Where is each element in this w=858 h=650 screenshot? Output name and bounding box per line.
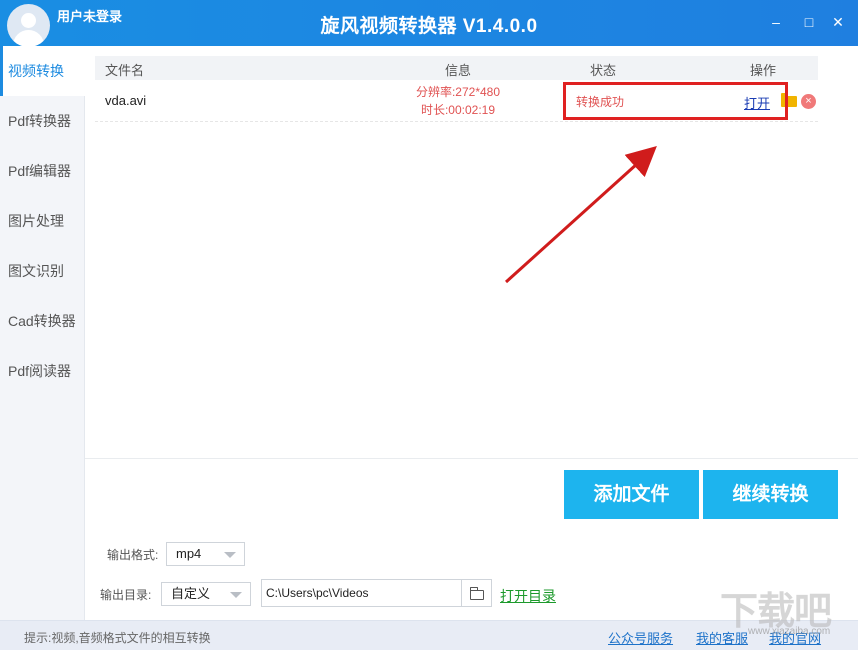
main-panel: 文件名 信息 状态 操作 vda.avi 分辨率:272*480 时长:00:0… bbox=[85, 46, 858, 620]
output-path-input[interactable] bbox=[261, 579, 462, 607]
sidebar-item-pdf-editor[interactable]: Pdf编辑器 bbox=[0, 146, 84, 196]
sidebar-item-video-convert[interactable]: 视频转换 bbox=[0, 46, 85, 96]
wechat-service-link[interactable]: 公众号服务 bbox=[608, 628, 673, 647]
output-dir-mode-value: 自定义 bbox=[171, 586, 211, 601]
sidebar-item-pdf-converter[interactable]: Pdf转换器 bbox=[0, 96, 84, 146]
tip-text: 提示:视频,音频格式文件的相互转换 bbox=[24, 631, 211, 645]
sidebar-item-ocr[interactable]: 图文识别 bbox=[0, 246, 84, 296]
sidebar: 视频转换 Pdf转换器 Pdf编辑器 图片处理 图文识别 Cad转换器 Pdf阅… bbox=[0, 46, 85, 620]
sidebar-item-image-processing[interactable]: 图片处理 bbox=[0, 196, 84, 246]
app-title: 旋风视频转换器 V1.4.0.0 bbox=[320, 16, 538, 37]
title-bar: 用户未登录 旋风视频转换器 V1.4.0.0 – □ ✕ bbox=[0, 0, 858, 47]
annotation-arrow bbox=[504, 145, 657, 284]
folder-icon bbox=[469, 587, 484, 600]
output-format-select[interactable]: mp4 bbox=[166, 542, 245, 566]
open-dir-link[interactable]: 打开目录 bbox=[500, 586, 556, 606]
watermark-url: www.xiazaiba.com bbox=[748, 626, 831, 637]
close-icon[interactable]: ✕ bbox=[829, 13, 847, 31]
output-format-value: mp4 bbox=[176, 546, 202, 561]
output-dir-label: 输出目录: bbox=[100, 588, 152, 602]
chevron-down-icon bbox=[230, 592, 242, 598]
chevron-down-icon bbox=[224, 552, 236, 558]
browse-folder-button[interactable] bbox=[461, 579, 492, 607]
output-format-label: 输出格式: bbox=[107, 548, 159, 562]
continue-convert-button[interactable]: 继续转换 bbox=[703, 470, 838, 519]
add-file-button[interactable]: 添加文件 bbox=[564, 470, 699, 519]
output-dir-mode-select[interactable]: 自定义 bbox=[161, 582, 251, 606]
minimize-icon[interactable]: – bbox=[767, 13, 785, 31]
maximize-icon[interactable]: □ bbox=[800, 13, 818, 31]
sidebar-item-cad-converter[interactable]: Cad转换器 bbox=[0, 296, 84, 346]
sidebar-item-pdf-reader[interactable]: Pdf阅读器 bbox=[0, 346, 84, 396]
divider bbox=[85, 458, 858, 459]
